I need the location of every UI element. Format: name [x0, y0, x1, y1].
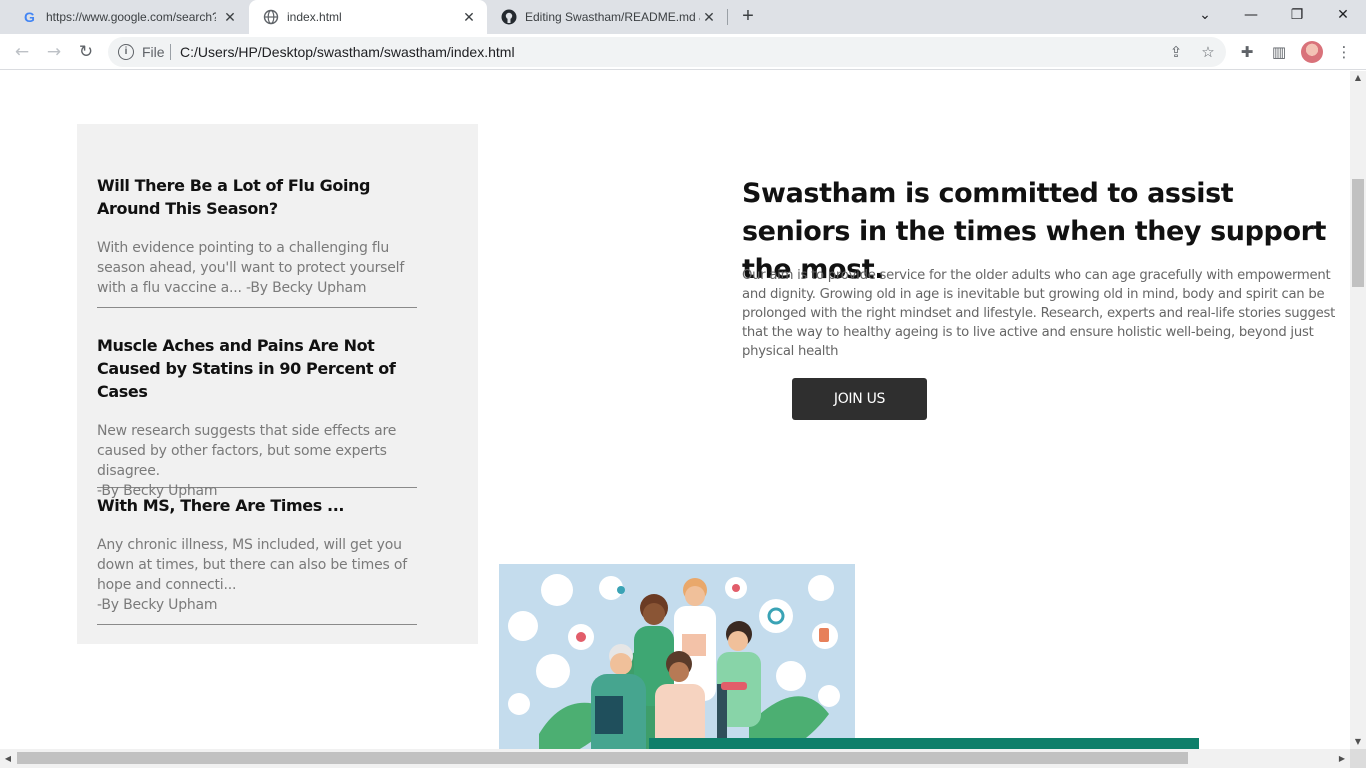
horizontal-scroll-thumb[interactable] — [17, 752, 1188, 764]
news-panel: Will There Be a Lot of Flu Going Around … — [77, 124, 478, 644]
address-scheme: File — [142, 44, 165, 60]
article-title[interactable]: Will There Be a Lot of Flu Going Around … — [97, 174, 417, 220]
join-us-button[interactable]: JOIN US — [792, 378, 927, 420]
scroll-down-arrow-icon[interactable]: ▼ — [1350, 735, 1366, 749]
avatar[interactable] — [1301, 41, 1323, 63]
svg-text:G: G — [24, 9, 35, 25]
minimize-icon[interactable]: — — [1228, 0, 1274, 30]
tab-index-html[interactable]: index.html ✕ — [249, 0, 487, 34]
info-icon[interactable]: i — [118, 44, 134, 60]
forward-arrow-icon[interactable]: → — [42, 40, 66, 64]
article-summary: Any chronic illness, MS included, will g… — [97, 537, 407, 593]
hero-description: Our aim is to provide service for the ol… — [742, 268, 1336, 359]
scroll-up-arrow-icon[interactable]: ▲ — [1350, 71, 1366, 85]
scroll-right-arrow-icon[interactable]: ▶ — [1334, 749, 1350, 768]
scrollbar-corner — [1350, 749, 1366, 768]
vertical-scrollbar[interactable]: ▲ ▼ — [1350, 71, 1366, 749]
healthcare-illustration — [499, 564, 855, 749]
horizontal-scrollbar[interactable]: ◀ ▶ — [0, 749, 1350, 768]
address-divider — [170, 44, 171, 60]
tab-title: Editing Swastham/README.md a — [525, 10, 700, 24]
tab-title: https://www.google.com/search? — [46, 10, 216, 24]
close-window-icon[interactable]: ✕ — [1320, 0, 1366, 30]
tab-search-chevron-icon[interactable]: ⌄ — [1182, 0, 1228, 30]
article-title[interactable]: With MS, There Are Times ... — [97, 494, 417, 517]
close-tab-icon[interactable]: ✕ — [701, 9, 717, 25]
close-tab-icon[interactable]: ✕ — [461, 9, 477, 25]
google-icon: G — [22, 9, 38, 25]
address-bar[interactable]: i File C:/Users/HP/Desktop/swastham/swas… — [108, 37, 1226, 67]
page-viewport: Will There Be a Lot of Flu Going Around … — [0, 71, 1350, 749]
article-summary: New research suggests that side effects … — [97, 423, 397, 479]
close-tab-icon[interactable]: ✕ — [222, 9, 238, 25]
star-icon[interactable]: ☆ — [1198, 42, 1218, 62]
scroll-left-arrow-icon[interactable]: ◀ — [0, 749, 16, 768]
tab-separator — [727, 9, 728, 25]
article-author: -By Becky Upham — [97, 597, 218, 613]
browser-toolbar: ← → ↻ i File C:/Users/HP/Desktop/swastha… — [0, 34, 1366, 70]
vertical-scroll-thumb[interactable] — [1352, 179, 1364, 287]
puzzle-icon[interactable]: ✚ — [1236, 41, 1258, 63]
article-summary: With evidence pointing to a challenging … — [97, 240, 405, 296]
share-icon[interactable]: ⇪ — [1166, 42, 1186, 62]
green-banner — [649, 738, 1199, 749]
reload-icon[interactable]: ↻ — [74, 40, 98, 64]
globe-icon — [263, 9, 279, 25]
new-tab-icon[interactable]: + — [737, 5, 759, 29]
article-title[interactable]: Muscle Aches and Pains Are Not Caused by… — [97, 334, 417, 403]
restore-icon[interactable]: ❐ — [1274, 0, 1320, 30]
side-panel-icon[interactable]: ▥ — [1268, 41, 1290, 63]
back-arrow-icon[interactable]: ← — [10, 40, 34, 64]
kebab-menu-icon[interactable]: ⋮ — [1333, 41, 1355, 63]
tab-github-editing[interactable]: Editing Swastham/README.md a ✕ — [487, 0, 727, 34]
news-article[interactable]: With MS, There Are Times ... Any chronic… — [97, 494, 417, 625]
address-url[interactable]: C:/Users/HP/Desktop/swastham/swastham/in… — [180, 44, 515, 60]
tab-google-search[interactable]: G https://www.google.com/search? ✕ — [8, 0, 248, 34]
github-icon — [501, 9, 517, 25]
tab-strip: G https://www.google.com/search? ✕ index… — [0, 0, 1366, 34]
news-article[interactable]: Muscle Aches and Pains Are Not Caused by… — [97, 334, 417, 499]
news-article[interactable]: Will There Be a Lot of Flu Going Around … — [97, 174, 417, 308]
tab-title: index.html — [287, 10, 342, 24]
